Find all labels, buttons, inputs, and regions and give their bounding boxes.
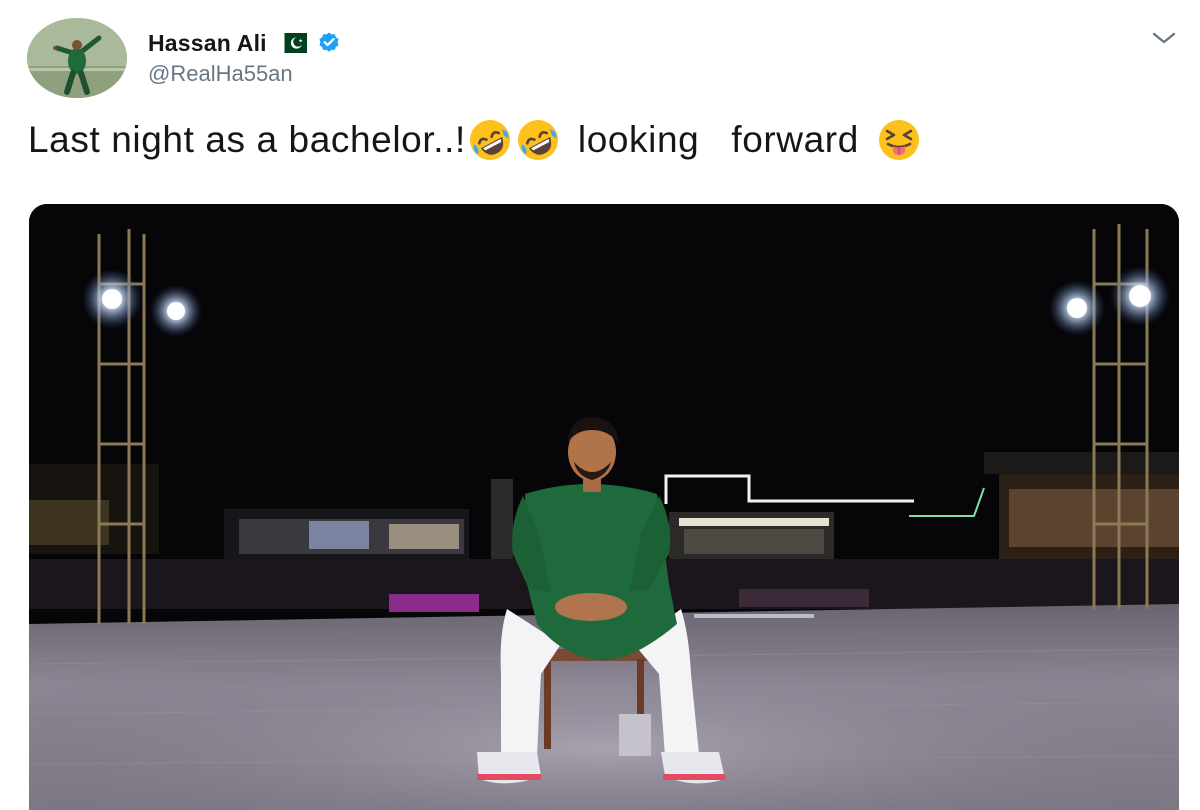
tweet-text: Last night as a bachelor..! looking forw… <box>28 114 923 166</box>
chevron-down-icon[interactable] <box>1150 28 1178 48</box>
squinting-tongue-emoji <box>875 116 923 164</box>
avatar-photo <box>27 18 127 98</box>
tweet-photo[interactable] <box>29 204 1179 810</box>
night-stage-photo <box>29 204 1179 810</box>
pakistan-flag-icon <box>276 33 307 53</box>
rolling-on-floor-laughing-emoji <box>514 116 562 164</box>
verified-badge-icon <box>319 32 339 52</box>
tweet-card: Hassan Ali @RealHa55an Last night as a b… <box>0 0 1200 810</box>
tweet-text-part: Last night as a bachelor..! <box>28 119 466 160</box>
author-display-name[interactable]: Hassan Ali <box>148 30 267 57</box>
author-row: Hassan Ali <box>148 28 341 58</box>
avatar[interactable] <box>27 18 127 98</box>
tweet-text-part: forward <box>731 119 859 160</box>
author-handle[interactable]: @RealHa55an <box>148 61 293 87</box>
tweet-text-part: looking <box>577 119 700 160</box>
rolling-on-floor-laughing-emoji <box>466 116 514 164</box>
